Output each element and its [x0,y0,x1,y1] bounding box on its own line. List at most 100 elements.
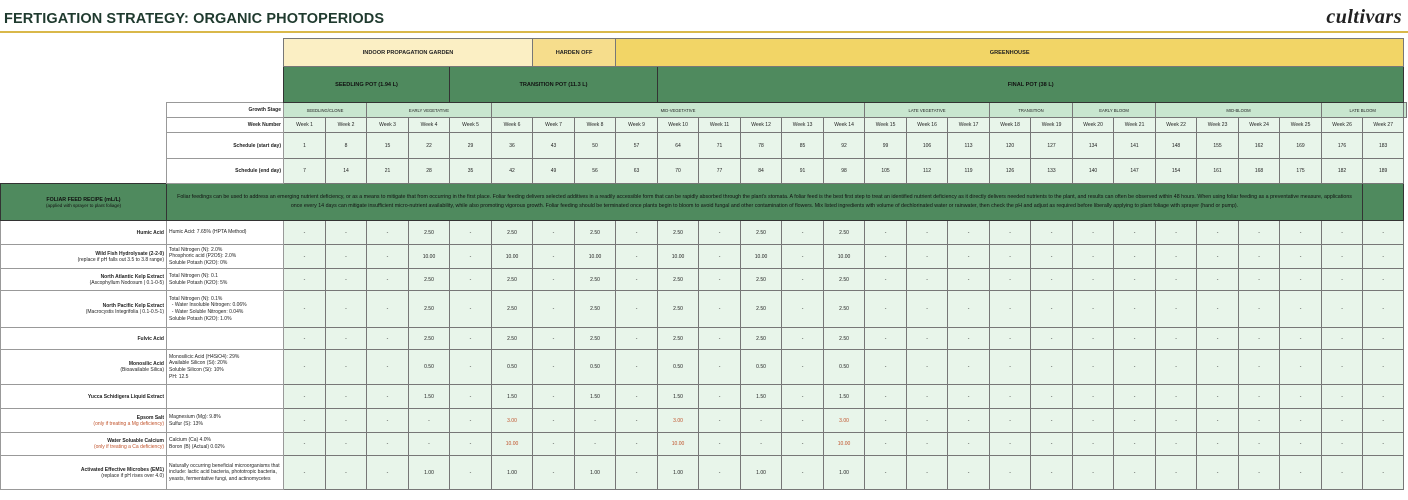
week-number-cell: Week 16 [906,117,949,133]
start-day-cell: 148 [1155,132,1198,159]
start-day-cell: 22 [408,132,450,159]
dose-cell: - [698,384,742,409]
dose-cell: 0.50 [574,349,617,385]
ingredient-analysis: Magnesium (Mg): 9.8% Sulfur (S): 13% [166,408,284,433]
start-day-cell: 8 [325,132,367,159]
dose-cell: - [1196,384,1240,409]
dose-cell: 2.50 [408,220,450,245]
dose-cell: 2.50 [490,290,534,328]
dose-cell: - [1196,244,1240,269]
end-day-cell: 49 [532,158,576,184]
dose-cell: - [1321,290,1364,328]
ingredient-name-text: Humic Acid [136,229,164,236]
week-number-cell: Week 12 [740,117,783,133]
dose-cell: - [906,220,949,245]
analysis-line: Total Nitrogen (N): 2.0% [169,246,223,253]
dose-cell: - [947,220,991,245]
foliar-description: Foliar feedings can be used to address a… [165,183,1364,221]
growth-stage-cell: MID-BLOOM [1155,102,1323,118]
dose-cell: - [989,268,1032,291]
dose-cell: 3.00 [657,408,700,433]
dose-cell: - [989,290,1032,328]
dose-cell: 2.50 [823,220,866,245]
dose-cell: - [1279,455,1323,490]
dose-cell: - [1072,455,1115,490]
dose-cell: - [1238,220,1281,245]
dose-cell: - [698,455,742,490]
dose-cell: - [283,327,326,350]
ingredient-name: Activated Effective Microbes (EM1) (repla… [0,455,167,490]
dose-cell: - [1196,268,1240,291]
dose-cell: - [1238,327,1281,350]
dose-cell: - [864,384,908,409]
dose-cell: - [1072,290,1115,328]
dose-cell: 1.00 [490,455,534,490]
dose-cell: - [1072,268,1115,291]
foliar-subtitle: (applied with sprayer to plant foliage) [45,202,122,208]
dose-cell: - [1362,220,1405,245]
brand-logo: cultivars [1326,6,1402,28]
dose-cell: - [1030,268,1074,291]
dose-cell: - [1030,455,1074,490]
growth-stage-cell: LATE VEGETATIVE [864,102,991,118]
dose-cell: - [1030,432,1074,456]
ingredient-name-text: North Atlantic Kelp Extract [100,273,164,280]
dose-cell: - [989,327,1032,350]
start-day-cell: 71 [698,132,742,159]
dose-cell: - [366,327,409,350]
analysis-line: Phosphoric acid (P2O5): 2.0% [169,253,237,260]
ingredient-row: Humic Acid Humic Acid: 7.65% (HPTA Method… [0,220,1407,245]
dose-cell: - [947,384,991,409]
dose-cell: - [283,408,326,433]
dose-cell: - [1279,384,1323,409]
analysis-line: Soluble Potash (K2O): 0% [169,259,228,266]
dose-cell: - [1155,220,1198,245]
start-day-cell: 92 [823,132,866,159]
dose-cell: - [615,349,659,385]
dose-cell: - [1279,408,1323,433]
page-title: FERTIGATION STRATEGY: ORGANIC PHOTOPERIO… [4,11,385,27]
end-day-cell: 126 [989,158,1032,184]
ingredient-warning: (only if treating a Mg deficiency) [93,420,164,427]
dose-cell: - [989,384,1032,409]
dose-cell: 2.50 [823,268,866,291]
dose-cell: - [449,432,492,456]
ingredient-row: Yucca Schidigera Liquid Extract - - -1.50-1… [0,384,1407,409]
dose-cell: 1.00 [657,455,700,490]
dose-cell: 2.50 [490,327,534,350]
ingredient-row: Activated Effective Microbes (EM1) (repla… [0,455,1407,490]
dose-cell: - [1072,432,1115,456]
dose-cell: - [1362,349,1405,385]
dose-cell: - [1321,244,1364,269]
end-day-cell: 84 [740,158,783,184]
dose-cell: - [1155,327,1198,350]
dose-cell: - [1321,384,1364,409]
ingredient-row: North Atlantic Kelp Extract (Ascophyllum … [0,268,1407,291]
dose-cell: 2.50 [574,220,617,245]
end-day-cell: 154 [1155,158,1198,184]
week-number-cell: Week 17 [947,117,991,133]
dose-cell: - [906,327,949,350]
dose-cell: - [1279,327,1323,350]
dose-cell: - [1113,455,1157,490]
dose-cell: - [449,455,492,490]
dose-cell: - [1238,384,1281,409]
dose-cell: - [1279,268,1323,291]
dose-cell: - [1196,408,1240,433]
dose-cell: - [864,408,908,433]
dose-cell: - [1321,408,1364,433]
ingredient-row: North Pacific Kelp Extract (Macrocystis I… [0,290,1407,328]
dose-cell: - [781,408,825,433]
ingredient-name-text: Fulvic Acid [137,335,165,342]
start-day-cell: 183 [1362,132,1405,159]
dose-cell: - [449,220,492,245]
dose-cell: - [283,290,326,328]
ingredient-name-text: Wild Fish Hydrolysate (2-2-0) [95,250,164,257]
end-day-cell: 42 [490,158,534,184]
dose-cell: - [947,327,991,350]
dose-cell: - [366,268,409,291]
dose-cell: - [1362,268,1405,291]
start-day-cell: 43 [532,132,576,159]
start-day-cell: 176 [1321,132,1364,159]
dose-cell: - [532,244,576,269]
